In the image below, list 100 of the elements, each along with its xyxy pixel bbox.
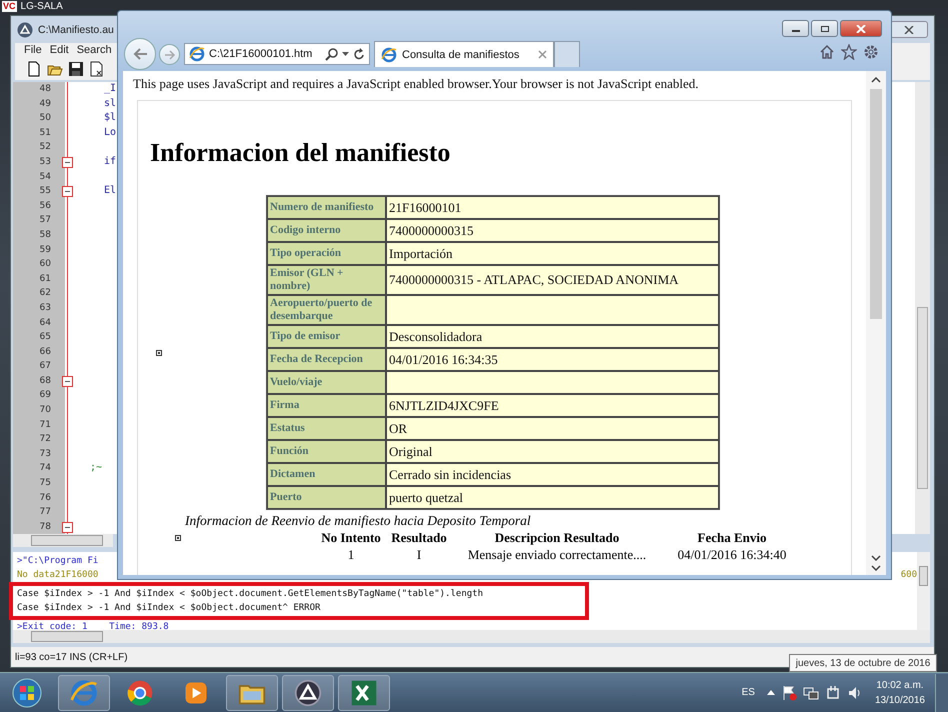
close-button[interactable] xyxy=(840,20,882,37)
line-number: 52 xyxy=(38,141,52,154)
scroll-up-icon xyxy=(871,77,881,83)
table-cell-text: 1 xyxy=(346,546,356,563)
field-label: Tipo de emisor xyxy=(267,325,386,348)
toolbar-button[interactable] xyxy=(67,60,85,78)
minimize-button[interactable] xyxy=(782,20,809,37)
line-number: 68 xyxy=(38,374,52,388)
tab-label: Consulta de manifiestos xyxy=(402,48,520,60)
flag-icon[interactable] xyxy=(780,684,797,700)
line-number: 58 xyxy=(38,228,52,242)
line-number: 49 xyxy=(38,98,52,111)
line-number: 75 xyxy=(38,477,52,490)
star-icon[interactable] xyxy=(841,44,857,60)
table-cell-text: I xyxy=(416,546,422,563)
section-caption: Informacion de Reenvio de manifiesto hacia Deposito Temporal xyxy=(185,512,532,529)
field-value: 7400000000315 xyxy=(386,219,719,242)
collapse-icon[interactable] xyxy=(62,186,73,197)
code-text: if xyxy=(104,156,116,167)
column-header: Resultado xyxy=(390,529,448,546)
page-heading: Informacion del manifiesto xyxy=(150,137,452,169)
field-value: Desconsolidadora xyxy=(386,325,719,348)
line-number: 54 xyxy=(38,170,52,184)
expand-caret-icon[interactable] xyxy=(766,690,775,695)
language-indicator[interactable]: ES xyxy=(742,687,755,698)
page-icon xyxy=(26,61,42,77)
field-value: 7400000000315 - ATLAPAC, SOCIEDAD ANONIMA xyxy=(386,265,719,295)
line-number: 66 xyxy=(38,346,52,359)
field-label: Emisor (GLN + nombre) xyxy=(267,265,386,295)
collapse-icon[interactable] xyxy=(62,156,73,168)
browser-tab[interactable]: Consulta de manifiestos xyxy=(374,41,554,67)
close-button[interactable] xyxy=(890,21,928,38)
field-label: Firma xyxy=(267,394,386,417)
table-cell-text: Mensaje enviado correctamente.... xyxy=(466,546,648,563)
line-number: 48 xyxy=(38,83,52,96)
back-button[interactable] xyxy=(124,38,156,70)
collapse-icon[interactable] xyxy=(62,376,73,387)
field-label: Dictamen xyxy=(267,463,386,486)
line-number: 61 xyxy=(38,272,52,286)
field-label: Codigo interno xyxy=(267,219,386,242)
line-number: 63 xyxy=(38,302,52,315)
column-header: Descripcion Resultado xyxy=(494,529,620,546)
field-label: Vuelo/viaje xyxy=(267,371,386,394)
line-number: 71 xyxy=(38,418,52,432)
line-number: 51 xyxy=(38,126,52,140)
line-number: 77 xyxy=(38,506,52,520)
show-desktop-button[interactable] xyxy=(935,674,948,712)
broken-image-icon xyxy=(175,534,181,540)
window-title: LG-SALA xyxy=(20,0,63,12)
app-logo: VC xyxy=(2,1,17,12)
code-text: ;~ xyxy=(90,462,102,474)
home-icon[interactable] xyxy=(819,44,835,60)
output-line: 600 xyxy=(900,569,917,582)
restore-button[interactable] xyxy=(811,20,838,37)
tooltip: jueves, 13 de octubre de 2016 xyxy=(789,654,937,672)
code-text: sl xyxy=(104,98,116,109)
circle-logo-icon xyxy=(294,678,322,706)
app-icon xyxy=(17,22,33,38)
restore-icon xyxy=(820,24,830,32)
field-label: Función xyxy=(267,440,386,463)
line-number: 57 xyxy=(38,214,52,228)
clock[interactable]: 10:02 a.m. 13/10/2016 xyxy=(874,678,925,708)
address-bar[interactable]: C:\21F16000101.htm xyxy=(184,43,370,65)
network-icon[interactable] xyxy=(802,684,819,700)
menu-item[interactable]: Edit xyxy=(50,43,69,58)
settings-icon[interactable] xyxy=(863,44,879,60)
field-value: 04/01/2016 16:34:35 xyxy=(386,348,719,371)
broken-image-icon xyxy=(156,350,162,356)
search-icon xyxy=(325,48,338,60)
close-icon xyxy=(856,24,866,32)
line-number: 76 xyxy=(38,492,52,505)
line-number: 67 xyxy=(38,360,52,374)
field-label: Numero de manifiesto xyxy=(267,196,386,219)
line-number: 56 xyxy=(38,200,52,213)
field-value: 21F16000101 xyxy=(386,196,719,219)
taskbar-app[interactable] xyxy=(282,674,334,710)
output-line: Case $iIndex > -1 And $iIndex < $oObject.document.GetElementsByTagName("table").length xyxy=(17,588,483,601)
line-number: 65 xyxy=(38,331,52,344)
refresh-icon xyxy=(353,48,365,60)
close-icon[interactable] xyxy=(538,50,547,59)
field-label: Aeropuerto/puerto de desembarque xyxy=(267,295,386,325)
field-value: puerto quetzal xyxy=(386,486,719,509)
code-text: El xyxy=(104,185,116,196)
line-number: 69 xyxy=(38,389,52,402)
field-value: Cerrado sin incidencias xyxy=(386,463,719,486)
close-file-icon xyxy=(89,61,105,77)
line-number: 64 xyxy=(38,316,52,330)
taskbar-app[interactable] xyxy=(338,674,390,710)
column-header: Fecha Envio xyxy=(696,529,768,546)
output-line: >Exit code: 1 Time: 893.8 xyxy=(17,621,169,634)
back-arrow-icon xyxy=(132,47,148,61)
field-label: Estatus xyxy=(267,417,386,440)
menu-item[interactable]: File xyxy=(24,43,42,58)
menu-item[interactable]: Search xyxy=(76,43,112,58)
line-number: 70 xyxy=(38,404,52,418)
line-number: 50 xyxy=(38,112,52,126)
output-line: Case $iIndex > -1 And $iIndex < $oObject.document^ ERROR xyxy=(17,602,320,615)
collapse-icon[interactable] xyxy=(62,522,73,533)
line-number: 55 xyxy=(38,185,52,198)
line-number: 78 xyxy=(38,520,52,534)
